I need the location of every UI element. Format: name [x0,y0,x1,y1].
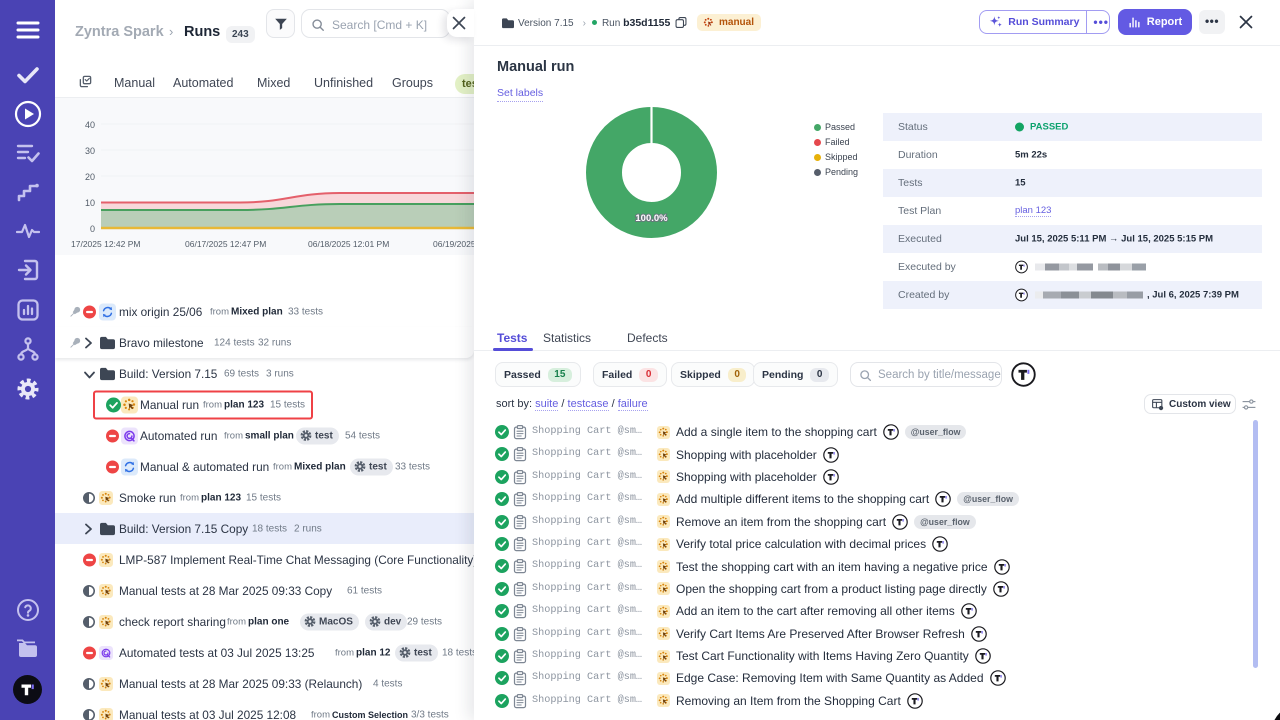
svg-text:0: 0 [90,224,95,234]
svg-text:17/2025 12:42 PM: 17/2025 12:42 PM [71,239,140,249]
svg-text:40: 40 [85,120,95,130]
svg-text:06/18/2025 12:01 PM: 06/18/2025 12:01 PM [308,239,389,249]
svg-text:20: 20 [85,172,95,182]
svg-text:10: 10 [85,198,95,208]
svg-text:100.0%: 100.0% [635,213,668,224]
svg-text:30: 30 [85,146,95,156]
svg-text:06/19/2025: 06/19/2025 [433,239,474,249]
svg-text:06/17/2025 12:47 PM: 06/17/2025 12:47 PM [185,239,266,249]
